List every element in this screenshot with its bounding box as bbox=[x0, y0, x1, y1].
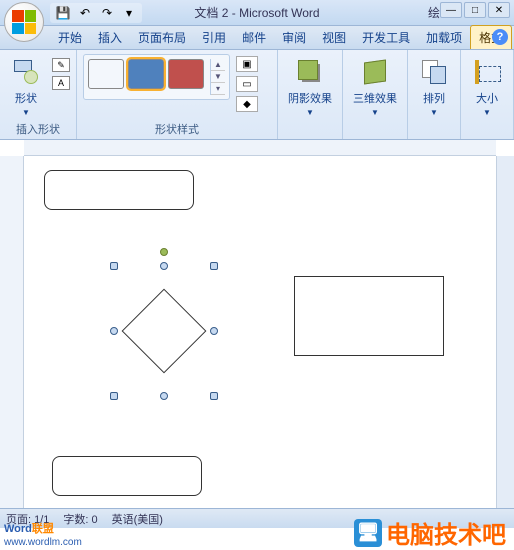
size-icon bbox=[471, 56, 503, 88]
vertical-ruler[interactable] bbox=[0, 156, 24, 510]
resize-handle[interactable] bbox=[110, 262, 118, 270]
tab-home[interactable]: 开始 bbox=[50, 26, 90, 49]
ribbon-tabbar: 开始 插入 页面布局 引用 邮件 审阅 视图 开发工具 加载项 格式 ? bbox=[0, 26, 514, 50]
gallery-up-icon[interactable]: ▲ bbox=[211, 59, 225, 71]
resize-handle[interactable] bbox=[210, 327, 218, 335]
resize-handle[interactable] bbox=[110, 392, 118, 400]
resize-handle[interactable] bbox=[160, 392, 168, 400]
tab-view[interactable]: 视图 bbox=[314, 26, 354, 49]
resize-handle[interactable] bbox=[160, 262, 168, 270]
text-box-button[interactable]: A bbox=[52, 76, 70, 90]
window-title: 文档 2 - Microsoft Word bbox=[194, 4, 319, 21]
arrange-button[interactable]: 排列 ▼ bbox=[414, 54, 454, 119]
change-shape-button[interactable]: ◆ bbox=[236, 96, 258, 112]
shadow-icon bbox=[294, 56, 326, 88]
maximize-button[interactable]: □ bbox=[464, 2, 486, 18]
tab-review[interactable]: 审阅 bbox=[274, 26, 314, 49]
help-icon[interactable]: ? bbox=[492, 29, 508, 45]
tab-page-layout[interactable]: 页面布局 bbox=[130, 26, 194, 49]
gallery-more-icon[interactable]: ▾ bbox=[211, 83, 225, 95]
save-icon[interactable]: 💾 bbox=[54, 4, 72, 22]
window-controls: ― □ ✕ bbox=[440, 2, 510, 18]
tool-context-label: 绘 bbox=[428, 4, 440, 21]
shapes-button[interactable]: 形状 ▼ bbox=[6, 54, 46, 119]
minimize-button[interactable]: ― bbox=[440, 2, 462, 18]
shadow-effects-button[interactable]: 阴影效果 ▼ bbox=[284, 54, 336, 119]
horizontal-ruler[interactable] bbox=[24, 140, 496, 156]
resize-handle[interactable] bbox=[110, 327, 118, 335]
qat-dropdown-icon[interactable]: ▾ bbox=[120, 4, 138, 22]
tab-mailings[interactable]: 邮件 bbox=[234, 26, 274, 49]
office-button[interactable] bbox=[4, 2, 44, 42]
chevron-down-icon: ▼ bbox=[483, 108, 491, 117]
gallery-down-icon[interactable]: ▼ bbox=[211, 71, 225, 83]
style-swatch-red[interactable] bbox=[168, 59, 204, 89]
shape-rectangle-right[interactable] bbox=[294, 276, 444, 356]
ribbon: 形状 ▼ ✎ A 插入形状 ▲ ▼ ▾ ▣ bbox=[0, 50, 514, 140]
tab-references[interactable]: 引用 bbox=[194, 26, 234, 49]
shape-outline-button[interactable]: ▭ bbox=[236, 76, 258, 92]
group-size: 大小 ▼ bbox=[461, 50, 514, 139]
office-logo-icon bbox=[12, 10, 36, 34]
threed-icon bbox=[359, 56, 391, 88]
group-label-insert-shape: 插入形状 bbox=[6, 119, 70, 137]
group-threed: 三维效果 ▼ bbox=[343, 50, 408, 139]
arrange-icon bbox=[418, 56, 450, 88]
edit-shape-button[interactable]: ✎ bbox=[52, 58, 70, 72]
size-button[interactable]: 大小 ▼ bbox=[467, 54, 507, 119]
shape-rounded-rect-top[interactable] bbox=[44, 170, 194, 210]
group-shape-styles: ▲ ▼ ▾ ▣ ▭ ◆ 形状样式 bbox=[77, 50, 278, 139]
group-arrange: 排列 ▼ bbox=[408, 50, 461, 139]
tab-insert[interactable]: 插入 bbox=[90, 26, 130, 49]
group-insert-shape: 形状 ▼ ✎ A 插入形状 bbox=[0, 50, 77, 139]
shape-fill-button[interactable]: ▣ bbox=[236, 56, 258, 72]
titlebar: 💾 ↶ ↷ ▾ 文档 2 - Microsoft Word 绘 ― □ ✕ bbox=[0, 0, 514, 26]
style-swatch-black[interactable] bbox=[88, 59, 124, 89]
redo-icon[interactable]: ↷ bbox=[98, 4, 116, 22]
status-language[interactable]: 英语(美国) bbox=[112, 511, 163, 527]
undo-icon[interactable]: ↶ bbox=[76, 4, 94, 22]
chevron-down-icon: ▼ bbox=[306, 108, 314, 117]
watermark-wordlm: Word联盟 www.wordlm.com bbox=[4, 520, 82, 548]
style-swatch-blue[interactable] bbox=[128, 59, 164, 89]
shape-diamond-selected[interactable] bbox=[114, 266, 214, 396]
chevron-down-icon: ▼ bbox=[371, 108, 379, 117]
resize-handle[interactable] bbox=[210, 392, 218, 400]
threed-effects-button[interactable]: 三维效果 ▼ bbox=[349, 54, 401, 119]
shape-style-gallery: ▲ ▼ ▾ bbox=[83, 54, 230, 100]
chevron-down-icon: ▼ bbox=[22, 108, 30, 117]
shapes-icon bbox=[12, 58, 40, 86]
tab-developer[interactable]: 开发工具 bbox=[354, 26, 418, 49]
watermark-site: 🖥 电脑技术吧 bbox=[354, 515, 506, 550]
tab-addins[interactable]: 加载项 bbox=[418, 26, 470, 49]
rotate-handle-icon[interactable] bbox=[160, 248, 168, 256]
page-canvas[interactable] bbox=[24, 156, 496, 510]
close-button[interactable]: ✕ bbox=[488, 2, 510, 18]
group-label-shape-styles: 形状样式 bbox=[83, 119, 271, 137]
shape-rounded-rect-bottom[interactable] bbox=[52, 456, 202, 496]
quick-access-toolbar: 💾 ↶ ↷ ▾ bbox=[50, 3, 142, 23]
vertical-scrollbar[interactable] bbox=[496, 156, 514, 510]
resize-handle[interactable] bbox=[210, 262, 218, 270]
chevron-down-icon: ▼ bbox=[430, 108, 438, 117]
document-area bbox=[0, 140, 514, 510]
watermark-monitor-icon: 🖥 bbox=[354, 519, 382, 547]
group-shadow: 阴影效果 ▼ bbox=[278, 50, 343, 139]
